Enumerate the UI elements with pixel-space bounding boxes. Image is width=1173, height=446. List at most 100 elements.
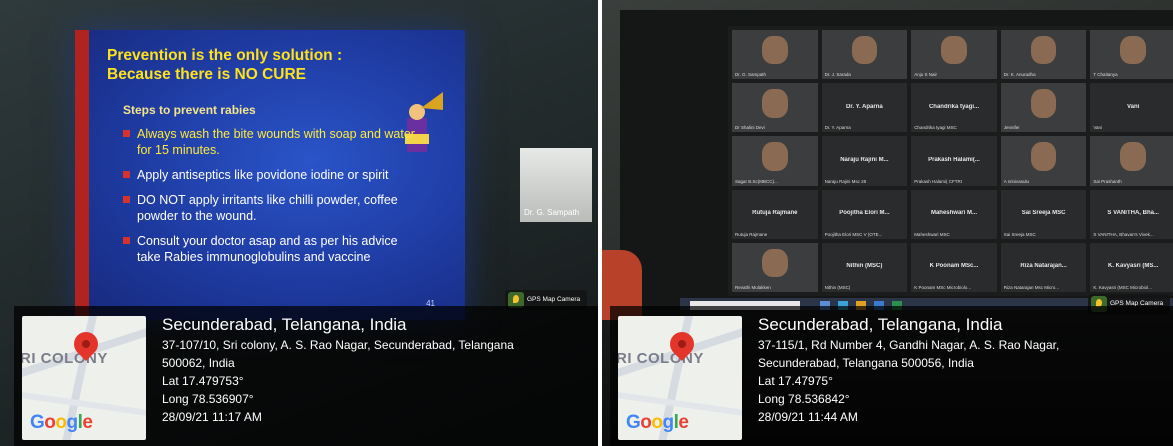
gps-latitude: Lat 17.479753° [162, 374, 244, 388]
participant-tile[interactable]: A srinivasulu [1000, 136, 1087, 186]
participant-label: Riza Natarajan Msc Micro... [1003, 284, 1060, 290]
participant-label: Dr. Y. Aparna [824, 125, 851, 131]
participant-label: Poojitha Elori MSC V (OTE... [824, 231, 883, 237]
participant-tile[interactable]: Dr. K. Anuradha [1000, 30, 1087, 80]
participant-display-name: K. Kavyasri (MS... [1108, 263, 1159, 270]
slide-bullet: DO NOT apply irritants like chilli powde… [123, 192, 423, 224]
participant-tile[interactable]: Maheshwari M... Maheshwari MSC [911, 189, 997, 239]
participant-label: Naraju Rajini Msc 28 [824, 178, 867, 184]
participant-label: Rutuja Rajmane [735, 231, 768, 237]
participant-tile[interactable]: Poojitha Elori M... Poojitha Elori MSC V … [821, 189, 908, 239]
participant-label: Anju S Nair [914, 72, 937, 78]
participant-tile[interactable]: Sagar B.Sc(MBCC)... [732, 136, 818, 186]
participant-tile[interactable]: K. Kavyasri (MS... K. Kavyasri (MSC Micro… [1090, 242, 1173, 292]
participant-tile[interactable]: Jennifer [1000, 83, 1087, 133]
participant-video [761, 142, 788, 171]
participant-video [941, 35, 967, 65]
participant-display-name: Prakash Halami(... [928, 157, 980, 164]
participant-tile[interactable]: Sai Sreeja MSC Sai Sreeja MSC [1000, 189, 1087, 239]
gps-stamp-panel: RI COLONY Google Secunderabad, Telangana… [14, 306, 598, 446]
participant-label: Jennifer [1003, 125, 1020, 131]
gps-address-line: Secunderabad, Telangana 500056, India [758, 356, 974, 370]
participant-tile[interactable]: Vani Vani [1090, 83, 1173, 133]
google-logo: Google [626, 412, 689, 433]
participant-tile[interactable]: Chandrika tyagi... Chandrika tyagi MSC [911, 83, 997, 133]
participant-tile[interactable]: Revathi Mulakken [732, 242, 818, 292]
participant-video [1120, 142, 1147, 171]
participant-video [761, 35, 788, 65]
participant-display-name: Poojitha Elori M... [839, 210, 890, 217]
participant-label: Chandrika tyagi MSC [914, 125, 957, 131]
slide-subtitle: Steps to prevent rabies [123, 103, 256, 117]
participant-display-name: Chandrika tyagi... [928, 103, 979, 110]
participant-tile[interactable]: Anju S Nair [911, 30, 997, 80]
participant-video [1120, 35, 1147, 65]
gps-stamp-panel: RI COLONY Google Secunderabad, Telangana… [610, 306, 1173, 446]
participant-label: Sai Sreeja MSC [1003, 231, 1036, 237]
participant-label: Vani [1093, 125, 1103, 131]
slide-bullet: Always wash the bite wounds with soap an… [123, 126, 423, 158]
participant-tile[interactable]: Dr. Y. Aparna Dr. Y. Aparna [821, 83, 908, 133]
gps-info: Secunderabad, Telangana, India 37-115/1,… [758, 314, 1059, 426]
participant-display-name: S VANITHA, Bha... [1107, 210, 1159, 217]
video-call-grid: Dr. G. Sampath Dr. J. Sarada Anju S Nair Dr… [728, 26, 1173, 296]
participant-tile[interactable]: Rutuja Rajmane Rutuja Rajmane [732, 189, 818, 239]
participant-tile[interactable]: K Poonam MSc... K Poonam MSc Microbiolo..… [911, 242, 997, 292]
participant-tile[interactable]: Naraju Rajini M... Naraju Rajini Msc 28 [821, 136, 908, 186]
participant-tile[interactable]: Prakash Halami(... Prakash Halami( CFTRI [911, 136, 997, 186]
participant-tile[interactable]: Sai Prashanth [1090, 136, 1173, 186]
participant-display-name: Nithin (MSC) [846, 263, 883, 270]
participant-tile[interactable]: Nithin (MSC) Nithin (MSC) [821, 242, 908, 292]
gps-datetime: 28/09/21 11:17 AM [162, 410, 262, 424]
gps-datetime: 28/09/21 11:44 AM [758, 410, 858, 424]
map-thumbnail: RI COLONY Google [618, 316, 742, 440]
participant-label: Dr. G. Sampath [735, 72, 767, 78]
map-area-label: RI COLONY [618, 350, 704, 367]
gps-longitude: Long 78.536842° [758, 392, 850, 406]
gps-info: Secunderabad, Telangana, India 37-107/10… [162, 314, 514, 426]
slide-bullet: Consult your doctor asap and as per his … [123, 233, 423, 265]
participant-display-name: Riza Natarajan... [1020, 263, 1067, 270]
participant-display-name: K Poonam MSc... [929, 263, 979, 270]
gps-city: Secunderabad, Telangana, India [162, 315, 407, 334]
participant-label: Sai Prashanth [1093, 178, 1122, 184]
participant-tile[interactable]: Riza Natarajan... Riza Natarajan Msc Micr… [1000, 242, 1087, 292]
participant-video [761, 248, 788, 278]
gps-city: Secunderabad, Telangana, India [758, 315, 1003, 334]
participant-video [761, 89, 788, 118]
participant-tile[interactable]: Dr. G. Sampath [732, 30, 818, 80]
participant-label: Dr. K. Anuradha [1003, 72, 1036, 78]
participant-label: K. Kavyasri (MSC Microbiol... [1093, 284, 1152, 290]
gps-address-line: 37-115/1, Rd Number 4, Gandhi Nagar, A. … [758, 338, 1060, 352]
participant-display-name: Sai Sreeja MSC [1021, 210, 1066, 217]
participant-video [851, 35, 878, 65]
gps-longitude: Long 78.536907° [162, 392, 254, 406]
google-logo: Google [30, 412, 93, 433]
slide-bullet-list: Always wash the bite wounds with soap an… [123, 126, 423, 274]
participant-tile[interactable]: S VANITHA, Bha... S VANITHA, Bhavan's Viv… [1090, 189, 1173, 239]
participant-display-name: Dr. Y. Aparna [846, 103, 883, 110]
gps-address-line: 500062, India [162, 356, 235, 370]
participant-label: T Chaitanya [1093, 72, 1118, 78]
participant-display-name: Naraju Rajini M... [840, 157, 889, 164]
map-area-label: RI COLONY [22, 350, 108, 367]
participant-tile[interactable]: Dr. J. Sarada [821, 30, 908, 80]
participant-label: Nithin (MSC) [824, 284, 851, 290]
left-photo: Prevention is the only solution : Becaus… [0, 0, 598, 446]
gps-camera-label: GPS Map Camera [527, 296, 581, 303]
participant-video [1030, 89, 1057, 118]
participant-label: A srinivasulu [1003, 178, 1030, 184]
slide-title: Prevention is the only solution : Becaus… [107, 47, 343, 83]
participant-label: Maheshwari MSC [914, 231, 950, 237]
participant-video [1030, 35, 1057, 65]
participant-label: Prakash Halami( CFTRI [914, 178, 962, 184]
participant-tile[interactable]: Dr Shalini Devi [732, 83, 818, 133]
participant-label: K Poonam MSc Microbiolo... [914, 284, 971, 290]
participant-label: S VANITHA, Bhavan's Vivek... [1093, 231, 1154, 237]
participant-tile[interactable]: T Chaitanya [1090, 30, 1173, 80]
participant-label: Revathi Mulakken [735, 284, 771, 290]
speaker-name-label: Dr. G. Sampath [524, 208, 580, 217]
slide-accent-bar [75, 30, 89, 320]
participant-label: Sagar B.Sc(MBCC)... [735, 178, 778, 184]
participant-label: Dr Shalini Devi [735, 125, 765, 131]
